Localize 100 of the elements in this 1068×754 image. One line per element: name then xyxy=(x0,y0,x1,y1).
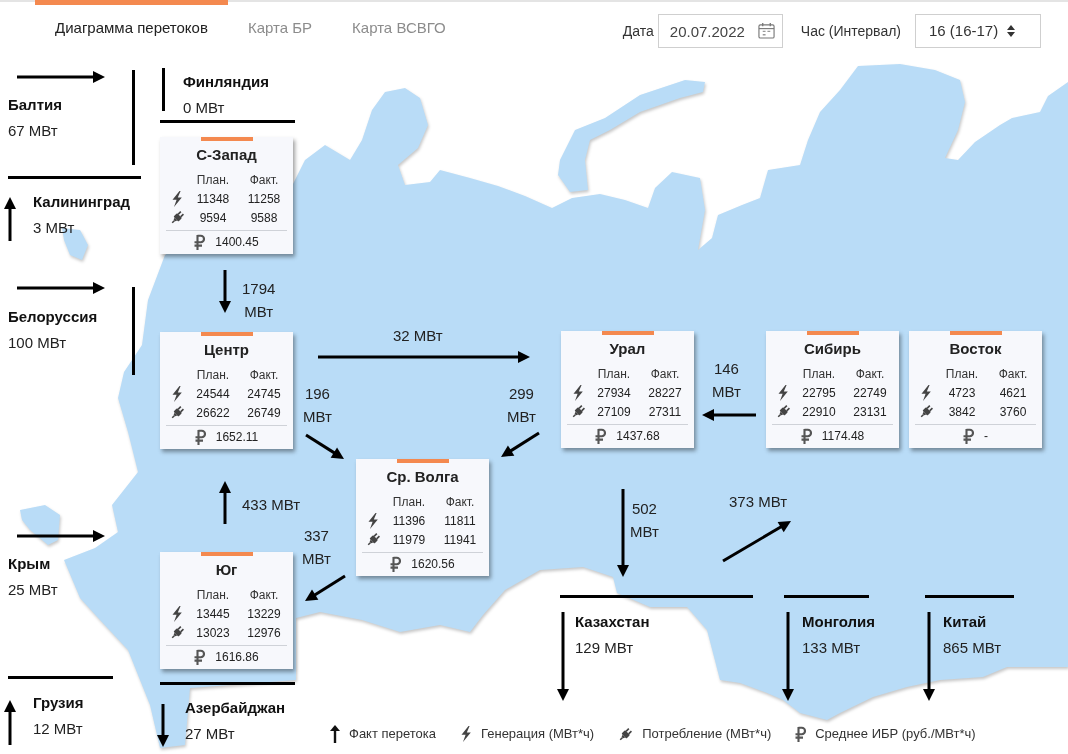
lightning-bolt-icon xyxy=(171,385,183,402)
fact-value: 13229 xyxy=(247,606,281,621)
accent-bar xyxy=(601,331,654,335)
arrow-down-icon xyxy=(219,270,231,313)
arrow-right-icon xyxy=(318,351,530,363)
column-header: План. xyxy=(196,587,230,602)
plan-value: 22795 xyxy=(802,385,836,400)
column-header: Факт. xyxy=(249,172,279,187)
plug-icon xyxy=(169,405,185,420)
flow-value: 1794 МВт xyxy=(242,279,276,322)
fact-value: 23131 xyxy=(853,404,887,419)
arrow-down-icon xyxy=(557,612,569,701)
flow-value: 433 МВт xyxy=(242,495,301,515)
country-name: Казахстан xyxy=(575,612,650,632)
arrow-down-icon xyxy=(923,612,935,701)
plan-value: 22910 xyxy=(802,404,836,419)
fact-value: 26749 xyxy=(247,405,281,420)
region-title: Ср. Волга xyxy=(386,468,459,486)
column-header: Факт. xyxy=(445,494,475,509)
flow-value: 146 МВт xyxy=(712,359,741,402)
fact-value: 11941 xyxy=(443,532,477,547)
arrow-down-icon xyxy=(617,489,629,577)
ruble-icon xyxy=(194,429,206,445)
arrow-up-icon xyxy=(330,725,340,743)
flow-value: 196 МВт xyxy=(303,384,332,427)
column-header: Факт. xyxy=(249,367,279,382)
lightning-bolt-icon xyxy=(572,384,584,401)
plan-value: 27934 xyxy=(597,385,631,400)
flow-value: 299 МВт xyxy=(507,384,536,427)
flow-value: 67 МВт xyxy=(8,121,58,141)
column-header: План. xyxy=(392,494,426,509)
column-header: План. xyxy=(945,366,979,381)
price-value: 1620.56 xyxy=(411,557,455,571)
date-field[interactable]: 20.07.2022 xyxy=(657,14,783,48)
lightning-bolt-icon xyxy=(920,384,932,401)
region-title: Юг xyxy=(215,561,238,579)
hour-select[interactable]: 16 (16-17) xyxy=(915,14,1041,48)
legend-label: Факт перетока xyxy=(349,725,437,743)
column-header: Факт. xyxy=(249,587,279,602)
flow-value: 27 МВт xyxy=(185,724,235,744)
plug-icon xyxy=(618,726,634,742)
plug-icon xyxy=(918,404,934,419)
country-name: Азербайджан xyxy=(185,698,286,718)
country-name: Китай xyxy=(943,612,987,632)
price-value: 1616.86 xyxy=(215,650,259,664)
arrow-up-icon xyxy=(4,197,16,241)
arrow-left-icon xyxy=(702,409,756,421)
column-header: Факт. xyxy=(855,366,885,381)
arrow-right-icon xyxy=(17,282,105,294)
flow-value: 3 МВт xyxy=(33,218,75,238)
accent-bar xyxy=(949,331,1002,335)
region-title: Восток xyxy=(949,340,1002,358)
column-header: План. xyxy=(597,366,631,381)
flow-value: 502 МВт xyxy=(630,499,659,542)
price-value: 1174.48 xyxy=(821,429,865,443)
region-title: Сибирь xyxy=(804,340,861,358)
lightning-bolt-icon xyxy=(171,190,183,207)
lightning-bolt-icon xyxy=(460,726,473,742)
plug-icon xyxy=(775,404,791,419)
flow-value: 129 МВт xyxy=(575,638,634,658)
fact-value: 11258 xyxy=(247,191,281,206)
fact-value: 28227 xyxy=(648,385,682,400)
column-header: План. xyxy=(196,172,230,187)
accent-bar xyxy=(200,552,253,556)
ruble-icon xyxy=(194,649,206,665)
date-label: Дата xyxy=(622,22,654,40)
region-title: С-Запад xyxy=(196,146,257,164)
plug-icon xyxy=(169,210,185,225)
column-header: Факт. xyxy=(998,366,1028,381)
fact-value: 12976 xyxy=(247,625,281,640)
plan-value: 3842 xyxy=(948,404,976,419)
fact-value: 22749 xyxy=(853,385,887,400)
country-name: Белоруссия xyxy=(8,307,98,327)
fact-value: 4621 xyxy=(999,385,1027,400)
ruble-icon xyxy=(963,428,974,444)
plan-value: 13023 xyxy=(196,625,230,640)
ruble-icon xyxy=(595,428,607,444)
hour-label: Час (Интервал) xyxy=(800,22,901,40)
tab[interactable]: Карта ВСВГО xyxy=(332,0,466,44)
column-header: План. xyxy=(802,366,836,381)
accent-bar xyxy=(200,332,253,336)
plan-value: 11979 xyxy=(392,532,426,547)
legend-label: Генерация (МВт*ч) xyxy=(481,725,595,743)
flow-value: 865 МВт xyxy=(943,638,1002,658)
plan-value: 27109 xyxy=(597,404,631,419)
flow-value: 100 МВт xyxy=(8,333,67,353)
plan-value: 11396 xyxy=(392,513,426,528)
price-value: - xyxy=(984,429,988,443)
flow-value: 12 МВт xyxy=(33,719,83,739)
price-value: 1437.68 xyxy=(616,429,660,443)
country-name: Монголия xyxy=(802,612,876,632)
fact-value: 24745 xyxy=(247,386,281,401)
region-title: Центр xyxy=(203,341,250,359)
sort-caret-icon xyxy=(1007,25,1016,37)
calendar-icon[interactable] xyxy=(757,22,775,39)
fact-value: 9588 xyxy=(250,210,278,225)
country-name: Грузия xyxy=(33,693,84,713)
arrow-down-icon xyxy=(157,704,169,747)
tab[interactable]: Диаграмма перетоков xyxy=(35,0,228,44)
legend-label: Потребление (МВт*ч) xyxy=(642,725,772,743)
